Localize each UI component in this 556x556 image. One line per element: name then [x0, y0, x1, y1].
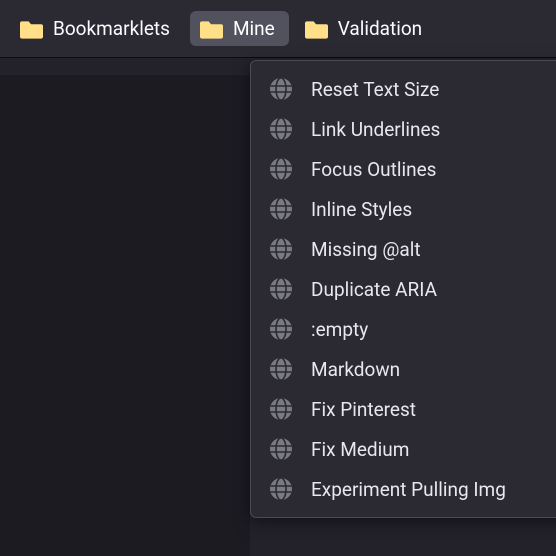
menu-item-label: Markdown	[311, 358, 400, 381]
menu-item-inline-styles[interactable]: Inline Styles	[251, 189, 556, 229]
menu-item-link-underlines[interactable]: Link Underlines	[251, 109, 556, 149]
menu-item-label: :empty	[311, 318, 368, 341]
menu-item-label: Fix Medium	[311, 438, 409, 461]
menu-item-missing-alt[interactable]: Missing @alt	[251, 229, 556, 269]
menu-item-experiment-pulling-img[interactable]: Experiment Pulling Img	[251, 469, 556, 509]
menu-item-empty[interactable]: :empty	[251, 309, 556, 349]
menu-item-label: Inline Styles	[311, 198, 412, 221]
globe-icon	[269, 277, 293, 301]
menu-item-label: Fix Pinterest	[311, 398, 416, 421]
globe-icon	[269, 317, 293, 341]
toolbar-folder-validation[interactable]: Validation	[295, 11, 436, 46]
toolbar-folder-label: Validation	[338, 17, 422, 40]
globe-icon	[269, 397, 293, 421]
menu-item-label: Missing @alt	[311, 238, 421, 261]
folder-icon	[200, 19, 223, 39]
menu-item-markdown[interactable]: Markdown	[251, 349, 556, 389]
content-dark-area	[0, 75, 250, 556]
menu-item-focus-outlines[interactable]: Focus Outlines	[251, 149, 556, 189]
toolbar-folder-mine[interactable]: Mine	[190, 11, 289, 46]
globe-icon	[269, 157, 293, 181]
globe-icon	[269, 197, 293, 221]
globe-icon	[269, 237, 293, 261]
menu-item-label: Link Underlines	[311, 118, 440, 141]
menu-item-duplicate-aria[interactable]: Duplicate ARIA	[251, 269, 556, 309]
toolbar-folder-bookmarklets[interactable]: Bookmarklets	[10, 11, 184, 46]
menu-item-label: Experiment Pulling Img	[311, 478, 506, 501]
menu-item-label: Focus Outlines	[311, 158, 436, 181]
folder-icon	[305, 19, 328, 39]
globe-icon	[269, 117, 293, 141]
bookmarks-toolbar: Bookmarklets Mine Validation	[0, 0, 556, 58]
globe-icon	[269, 357, 293, 381]
menu-item-reset-text-size[interactable]: Reset Text Size	[251, 69, 556, 109]
bookmarks-dropdown: Reset Text Size Link Underlines Focus Ou…	[250, 60, 556, 518]
menu-item-fix-medium[interactable]: Fix Medium	[251, 429, 556, 469]
globe-icon	[269, 437, 293, 461]
toolbar-folder-label: Mine	[233, 17, 275, 40]
menu-item-label: Duplicate ARIA	[311, 278, 437, 301]
globe-icon	[269, 77, 293, 101]
menu-item-label: Reset Text Size	[311, 78, 439, 101]
toolbar-folder-label: Bookmarklets	[53, 17, 170, 40]
globe-icon	[269, 477, 293, 501]
menu-item-fix-pinterest[interactable]: Fix Pinterest	[251, 389, 556, 429]
folder-icon	[20, 19, 43, 39]
